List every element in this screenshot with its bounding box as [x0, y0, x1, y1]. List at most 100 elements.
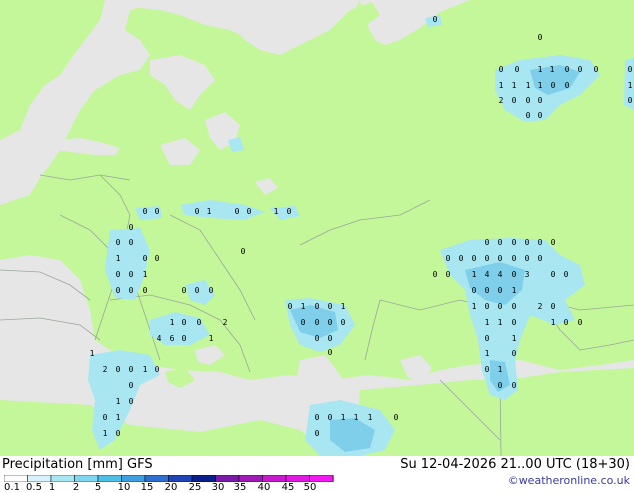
legend-tick-label: 25: [188, 482, 202, 493]
point-value: 4: [157, 334, 162, 343]
point-value: 0: [485, 254, 490, 263]
point-value: 0: [564, 318, 569, 327]
legend-tick-label: 30: [211, 482, 225, 493]
legend-swatch: [238, 475, 263, 482]
point-value: 1: [538, 81, 543, 90]
point-value: 1: [143, 270, 148, 279]
point-value: 1: [209, 334, 214, 343]
legend-tick-label: 1: [48, 482, 56, 493]
point-value: 0: [538, 33, 543, 42]
point-value: 0: [328, 348, 333, 357]
point-value: 0: [499, 65, 504, 74]
point-value: 1: [538, 65, 543, 74]
point-value: 0: [526, 111, 531, 120]
point-value: 1: [341, 302, 346, 311]
point-value: 0: [182, 318, 187, 327]
point-value: 0: [538, 111, 543, 120]
point-value: 0: [512, 318, 517, 327]
point-value: 2: [223, 318, 228, 327]
point-value: 0: [472, 254, 477, 263]
point-value: 0: [182, 286, 187, 295]
point-value: 0: [538, 238, 543, 247]
legend-tick-label: 45: [281, 482, 295, 493]
point-value: 2: [499, 96, 504, 105]
point-value: 0: [512, 238, 517, 247]
legend-tick-label: 0.5: [26, 482, 42, 493]
point-value: 0: [197, 318, 202, 327]
point-value: 1: [526, 81, 531, 90]
point-value: 1: [103, 429, 108, 438]
point-value: 1: [354, 413, 359, 422]
point-value: 0: [485, 334, 490, 343]
site-credit[interactable]: ©weatheronline.co.uk: [508, 474, 630, 487]
point-value: 0: [526, 96, 531, 105]
legend-tick-label: 5: [94, 482, 102, 493]
map-canvas: 0 0 1 1 0 0 0 01 1 1 1 0 0 12 0 0 0 00 0000 0 0 1 0 0 1 000 01 0 00 0…: [0, 0, 634, 456]
point-value: 0: [328, 318, 333, 327]
legend-arrow: [333, 475, 334, 482]
point-value: 0: [116, 286, 121, 295]
point-value: 0: [235, 207, 240, 216]
point-value: 0: [116, 238, 121, 247]
point-value: 1: [512, 81, 517, 90]
point-value: 1: [628, 81, 633, 90]
point-value: 1: [512, 286, 517, 295]
point-value: 0: [287, 207, 292, 216]
point-value: 0: [628, 96, 633, 105]
point-value: 0: [195, 207, 200, 216]
point-value: 0: [551, 238, 556, 247]
legend-swatch: [144, 475, 169, 482]
point-value: 0: [315, 429, 320, 438]
point-value: 1: [472, 270, 477, 279]
point-value: 0: [116, 429, 121, 438]
point-value: 0: [103, 413, 108, 422]
point-value: 3: [525, 270, 530, 279]
point-value: 0: [116, 365, 121, 374]
legend-swatch: [97, 475, 122, 482]
point-value: 0: [315, 302, 320, 311]
point-value: 1: [485, 349, 490, 358]
point-value: 0: [512, 254, 517, 263]
point-value: 0: [472, 286, 477, 295]
point-value: 1: [170, 318, 175, 327]
legend-tick-label: 35: [233, 482, 247, 493]
legend-swatch: [168, 475, 193, 482]
point-value: 0: [485, 302, 490, 311]
legend-swatch: [215, 475, 240, 482]
point-value: 0: [143, 207, 148, 216]
point-value: 0: [315, 334, 320, 343]
valid-time: Su 12-04-2026 21..00 UTC (18+30): [400, 457, 630, 472]
point-value: 1: [341, 413, 346, 422]
point-value: 0: [182, 334, 187, 343]
point-value: 4: [498, 270, 503, 279]
point-value: 1: [368, 413, 373, 422]
legend-swatch: [262, 475, 287, 482]
legend-swatch: [309, 475, 334, 482]
point-value: 0: [433, 15, 438, 24]
point-value: 0: [498, 238, 503, 247]
point-value: 0: [328, 334, 333, 343]
point-value: 1: [143, 365, 148, 374]
legend-swatch: [27, 475, 52, 482]
point-value: 0: [155, 254, 160, 263]
point-value: 1: [499, 81, 504, 90]
point-value: 0: [143, 254, 148, 263]
point-value: 0: [288, 302, 293, 311]
point-value: 0: [525, 254, 530, 263]
point-value: 1: [90, 349, 95, 358]
point-value: 0: [209, 286, 214, 295]
point-value: 0: [116, 270, 121, 279]
point-value: 0: [564, 270, 569, 279]
point-value: 0: [446, 270, 451, 279]
point-value: 0: [512, 96, 517, 105]
point-value: 0: [485, 365, 490, 374]
point-value: 0: [129, 286, 134, 295]
point-value: 1: [498, 365, 503, 374]
point-value: 0: [394, 413, 399, 422]
point-value: 0: [498, 302, 503, 311]
legend-tick-label: 10: [117, 482, 131, 493]
point-value: 1: [207, 207, 212, 216]
legend-swatch: [121, 475, 146, 482]
point-value: 6: [170, 334, 175, 343]
point-value: 0: [341, 318, 346, 327]
